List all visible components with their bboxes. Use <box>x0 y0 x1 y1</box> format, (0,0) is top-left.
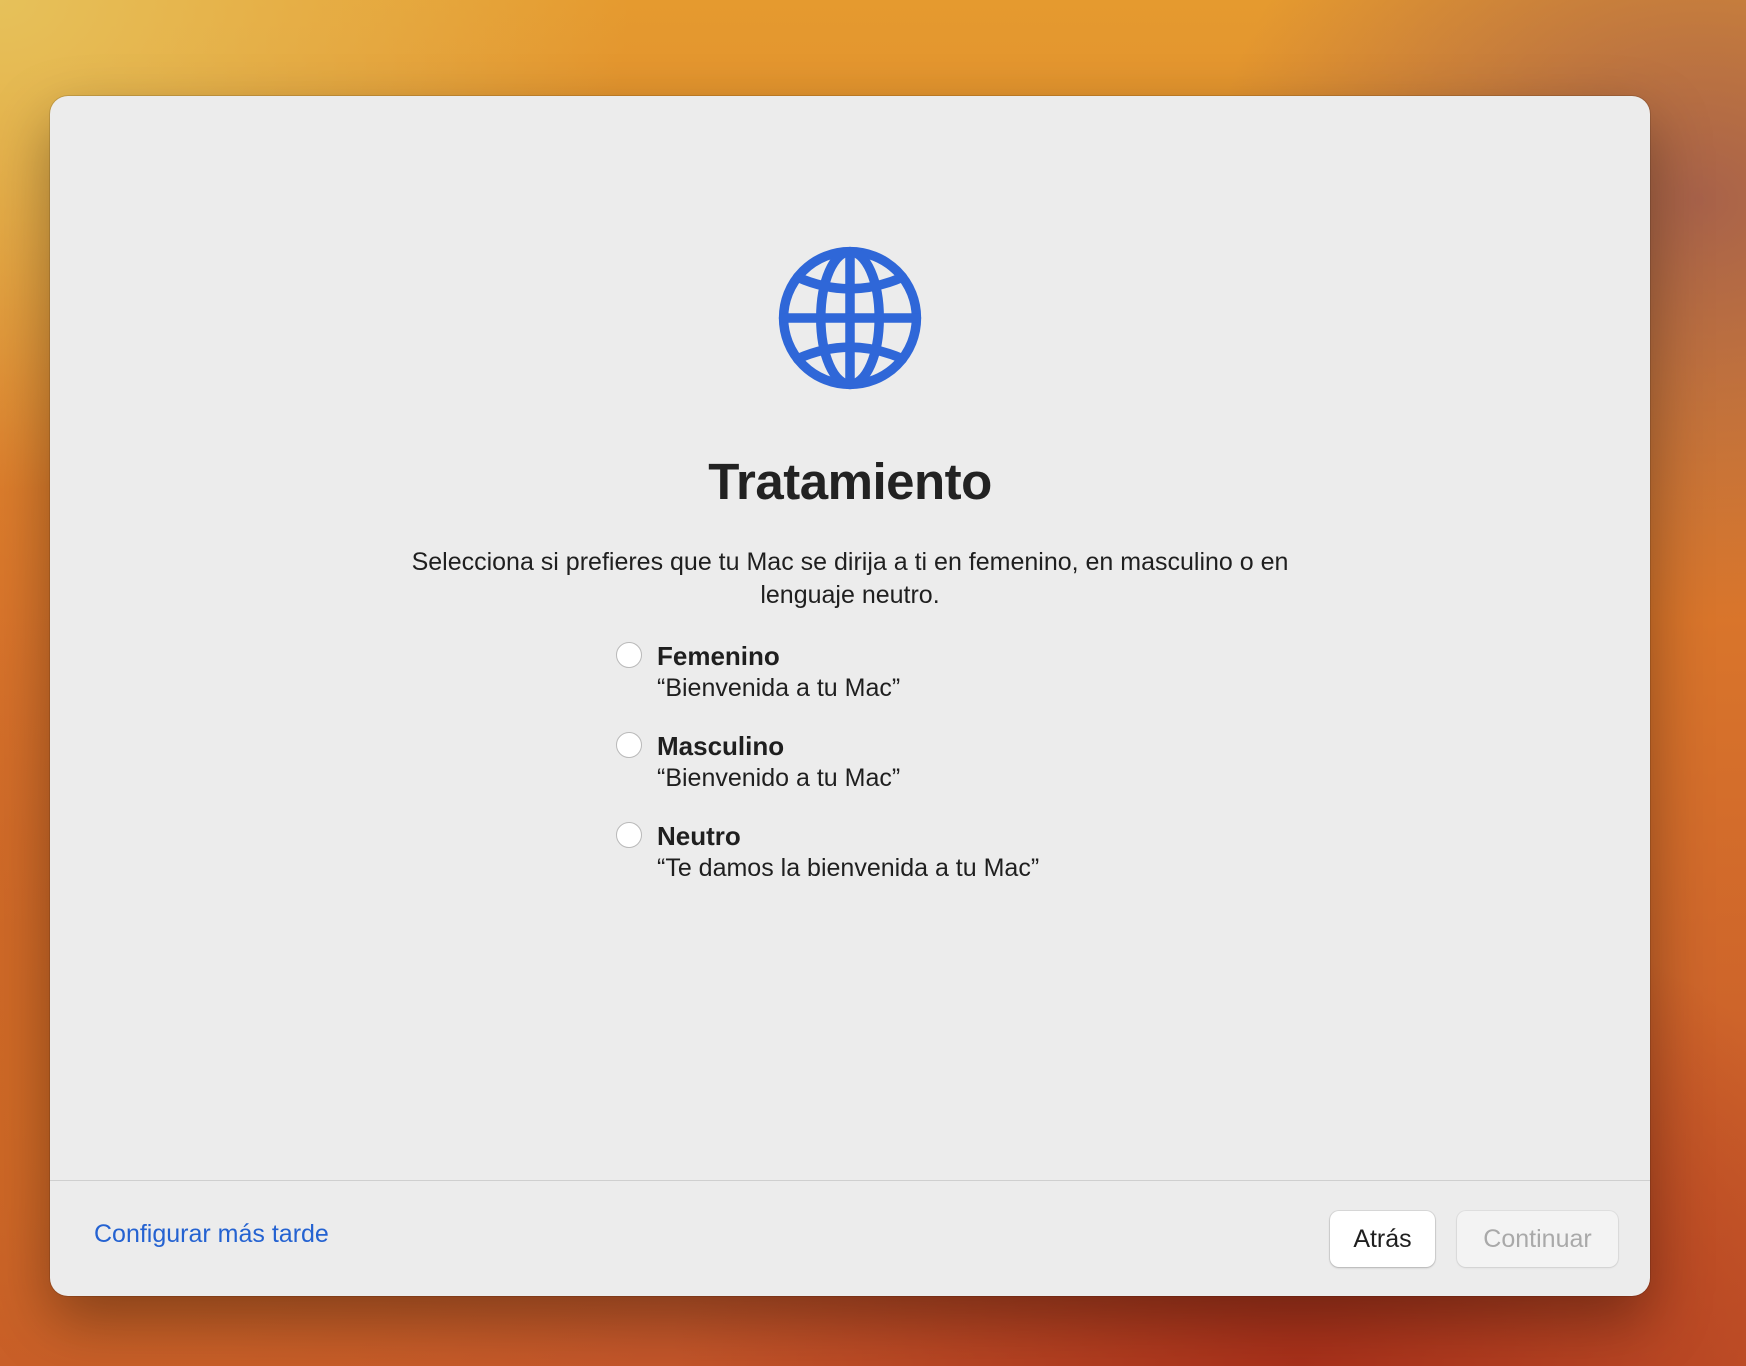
option-label: Masculino <box>657 731 785 761</box>
option-example: “Bienvenido a tu Mac” <box>657 764 901 792</box>
radio-neutro[interactable] <box>616 822 642 848</box>
page-title: Tratamiento <box>708 453 992 510</box>
option-example: “Bienvenida a tu Mac” <box>657 674 901 702</box>
back-button[interactable]: Atrás <box>1330 1211 1435 1267</box>
continue-button[interactable]: Continuar <box>1457 1211 1618 1267</box>
configure-later-link[interactable]: Configurar más tarde <box>94 1220 329 1249</box>
radio-femenino[interactable] <box>616 642 642 668</box>
page-description: Selecciona si prefieres que tu Mac se di… <box>411 548 1289 609</box>
option-label: Femenino <box>657 641 780 671</box>
option-label: Neutro <box>657 821 741 851</box>
footer-divider <box>50 1180 1650 1181</box>
globe-icon <box>778 246 922 390</box>
setup-assistant-window: Tratamiento Selecciona si prefieres que … <box>50 96 1650 1296</box>
radio-masculino[interactable] <box>616 732 642 758</box>
option-example: “Te damos la bienvenida a tu Mac” <box>657 854 1040 882</box>
